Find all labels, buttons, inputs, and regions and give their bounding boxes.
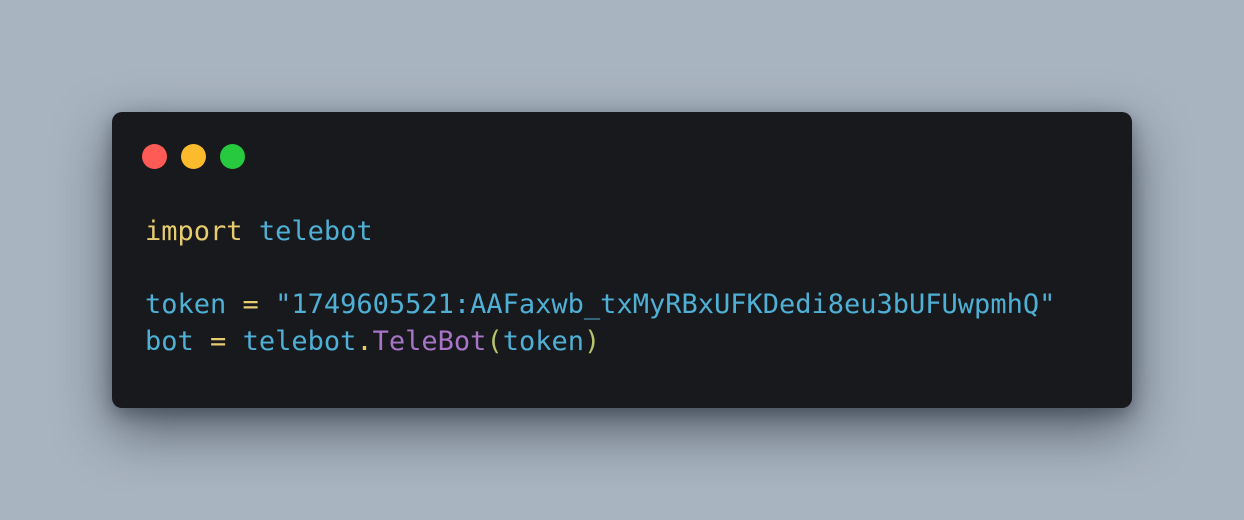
code-line: token = "1749605521:AAFaxwb_txMyRBxUFKDe… bbox=[145, 287, 1055, 324]
code-token: telebot bbox=[242, 325, 357, 357]
code-token: TeleBot bbox=[372, 325, 487, 357]
code-token: . bbox=[356, 325, 373, 357]
code-block: import telebot token = "1749605521:AAFaxw… bbox=[145, 214, 1055, 360]
code-token: token bbox=[502, 325, 584, 357]
code-line: import telebot bbox=[145, 214, 1055, 251]
window-controls bbox=[142, 144, 245, 169]
minimize-dot-icon[interactable] bbox=[181, 144, 206, 169]
code-token: token bbox=[145, 289, 227, 320]
code-token: ) bbox=[583, 325, 601, 357]
code-token: = bbox=[242, 289, 259, 320]
code-token: telebot bbox=[258, 216, 373, 247]
code-token: ( bbox=[486, 325, 503, 357]
code-token: "1749605521:AAFaxwb_txMyRBxUFKDedi8eu3bU… bbox=[275, 289, 1056, 320]
code-token: import bbox=[145, 216, 243, 247]
code-token: bot bbox=[145, 325, 194, 357]
code-token: = bbox=[210, 325, 227, 357]
code-line: bot = telebot.TeleBot(token) bbox=[145, 324, 1055, 361]
maximize-dot-icon[interactable] bbox=[220, 144, 245, 169]
code-window: import telebot token = "1749605521:AAFaxw… bbox=[112, 112, 1132, 408]
close-dot-icon[interactable] bbox=[142, 144, 167, 169]
